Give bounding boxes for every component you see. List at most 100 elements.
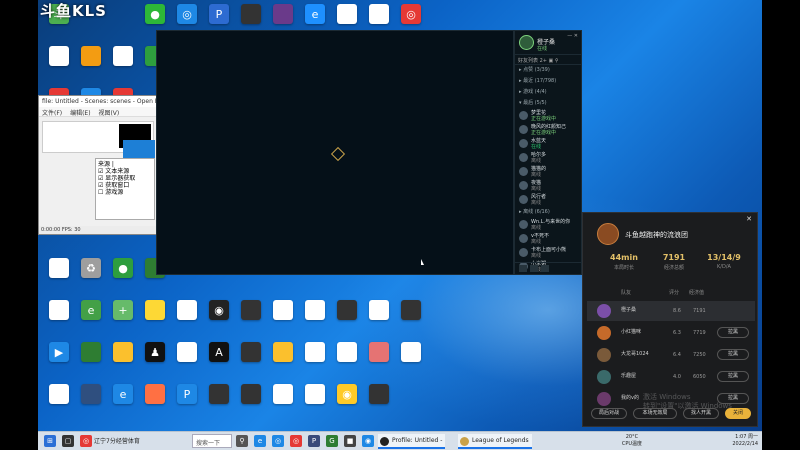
find-team-button[interactable]: 找人开黑	[683, 408, 719, 419]
friends-toolbar[interactable]: 好友列表 2+ ▣ ⚲	[515, 55, 581, 65]
player-row[interactable]: 大龙哥1024 6.4 7250 拉黑	[587, 345, 755, 365]
game-client-window[interactable]	[156, 30, 514, 275]
friend-group[interactable]: ▾ 最后 (5/5)	[515, 98, 581, 109]
window-controls[interactable]: — ✕	[567, 33, 578, 39]
player-row[interactable]: 小红猫咪 6.3 7719 拉黑	[587, 323, 755, 343]
friend-list-item[interactable]: 猫猫的 离线	[515, 165, 581, 179]
desktop-icon[interactable]	[238, 2, 268, 32]
desktop-icon[interactable]: e	[110, 382, 140, 412]
desktop-icon[interactable]	[142, 298, 172, 328]
music-icon[interactable]: ◎	[290, 435, 302, 447]
friend-list-item[interactable]: Wn.L.与来世的你 离线	[515, 218, 581, 232]
desktop-icon[interactable]	[46, 382, 76, 412]
friends-bottom-bar[interactable]	[515, 262, 581, 274]
desktop-icon[interactable]: +	[110, 298, 140, 328]
weather-widget[interactable]: 20°C CPU温度	[622, 434, 642, 448]
desktop-icon[interactable]	[110, 44, 140, 74]
obs-sources-panel[interactable]: 来源 | ☑ 文本来源 ☑ 显示器获取 ☑ 获取窗口 ☐ 游戏源	[95, 158, 155, 220]
desktop-icon[interactable]: P	[174, 382, 204, 412]
pinned-tab-label[interactable]: 辽宁7分经营体育	[94, 436, 140, 445]
desktop-icon[interactable]	[398, 298, 428, 328]
friends-panel[interactable]: 橙子桑 在线 — ✕ 好友列表 2+ ▣ ⚲ ▸ 点赞 (3/39) ▸ 最近 …	[514, 30, 582, 275]
desktop-icon[interactable]	[366, 2, 396, 32]
clock[interactable]: 1:07 周一 2022/2/14	[732, 434, 758, 448]
desktop-icon[interactable]	[238, 298, 268, 328]
invalid-match-button[interactable]: 本场无效局	[633, 408, 677, 419]
desktop-icon[interactable]	[142, 382, 172, 412]
desktop-icon[interactable]	[398, 340, 428, 370]
obs-window[interactable]: file: Untitled - Scenes: scenes - Open B…	[38, 95, 158, 235]
obs-menu-view[interactable]: 视图(V)	[98, 110, 119, 117]
friend-group[interactable]: ▸ 点赞 (3/39)	[515, 65, 581, 76]
ps-icon[interactable]: P	[308, 435, 320, 447]
search-input[interactable]: 搜索一下	[192, 434, 232, 448]
desktop-icon[interactable]	[302, 298, 332, 328]
desktop-icon[interactable]	[206, 382, 236, 412]
desktop-icon[interactable]	[302, 340, 332, 370]
player-row[interactable]: 橙子桑 8.6 7191	[587, 301, 755, 321]
desktop-icon[interactable]: ♻	[78, 256, 108, 286]
desktop[interactable]: 斗 ● ◎ Pe ◎ ♻ ● e + ◉ ▶ ♟ Ae P ◉ file: Untitled - Scene…	[38, 0, 762, 450]
edge-icon[interactable]: e	[254, 435, 266, 447]
desktop-icon[interactable]: ◎	[398, 2, 428, 32]
windows-start-icon[interactable]: ⊞	[44, 435, 56, 447]
desktop-icon[interactable]: ◉	[334, 382, 364, 412]
mic-icon[interactable]	[541, 265, 549, 272]
desktop-icon[interactable]	[366, 298, 396, 328]
friend-group[interactable]: ▸ 最近 (17/798)	[515, 76, 581, 87]
game-icon[interactable]: G	[326, 435, 338, 447]
desktop-icon[interactable]: A	[206, 340, 236, 370]
chrome-icon[interactable]: ◉	[362, 435, 374, 447]
desktop-icon[interactable]	[110, 340, 140, 370]
desktop-icon[interactable]	[302, 382, 332, 412]
lock-icon[interactable]	[530, 265, 538, 272]
player-row[interactable]: 乐趣屋 4.0 6050 拉黑	[587, 367, 755, 387]
avatar[interactable]	[519, 35, 534, 50]
close-icon[interactable]: ✕	[746, 215, 752, 223]
desktop-icon[interactable]	[334, 2, 364, 32]
desktop-icon[interactable]: e	[78, 298, 108, 328]
desktop-icon[interactable]: ▶	[46, 340, 76, 370]
desktop-icon[interactable]	[334, 340, 364, 370]
obs-menu-file[interactable]: 文件(F)	[42, 110, 62, 117]
desktop-icon[interactable]	[270, 298, 300, 328]
friend-list-item[interactable]: v不死不 离线	[515, 232, 581, 246]
desktop-icon[interactable]	[238, 382, 268, 412]
desktop-icon[interactable]	[238, 340, 268, 370]
desktop-icon[interactable]	[46, 256, 76, 286]
desktop-icon[interactable]	[78, 382, 108, 412]
desktop-icon[interactable]	[78, 340, 108, 370]
block-player-button[interactable]: 拉黑	[717, 327, 749, 338]
friend-list-item[interactable]: 水蓝天 在线	[515, 137, 581, 151]
desktop-icon[interactable]	[366, 340, 396, 370]
friend-list-item[interactable]: 哈尔多 离线	[515, 151, 581, 165]
desktop-icon[interactable]: ●	[142, 2, 172, 32]
desktop-icon[interactable]	[174, 298, 204, 328]
friend-group[interactable]: ▸ 离线 (6/16)	[515, 207, 581, 218]
desktop-icon[interactable]: ♟	[142, 340, 172, 370]
obs-source-item[interactable]: ☐ 游戏源	[98, 189, 152, 196]
obs-source-item[interactable]: ☑ 文本来源	[98, 168, 152, 175]
desktop-icon[interactable]: ●	[110, 256, 140, 286]
match-result-popup[interactable]: ✕ 斗鱼越跑神的流浪团 44min 本局时长 7191 经济总额 13/14/9…	[582, 212, 758, 427]
friend-list-item[interactable]: 卡布上面可小熊 离线	[515, 246, 581, 260]
friend-list-item[interactable]: 晚风的红颜知己 正在游戏中	[515, 123, 581, 137]
desktop-icon[interactable]: P	[206, 2, 236, 32]
block-player-button[interactable]: 拉黑	[717, 349, 749, 360]
desktop-icon[interactable]	[174, 340, 204, 370]
desktop-icon[interactable]	[366, 382, 396, 412]
desktop-icon[interactable]	[46, 44, 76, 74]
desktop-icon[interactable]	[270, 340, 300, 370]
friend-list-item[interactable]: 风行者 离线	[515, 193, 581, 207]
desktop-icon[interactable]	[270, 2, 300, 32]
friend-list-item[interactable]: 梦里花 正在游戏中	[515, 109, 581, 123]
obs-source-item[interactable]: ☑ 显示器获取	[98, 175, 152, 182]
chat-icon[interactable]	[519, 265, 527, 272]
block-player-button[interactable]: 拉黑	[717, 371, 749, 382]
task-view-icon[interactable]: ▢	[62, 435, 74, 447]
desktop-icon[interactable]: e	[302, 2, 332, 32]
post-match-button[interactable]: 局后对战	[591, 408, 627, 419]
desktop-icon[interactable]: ◉	[206, 298, 236, 328]
desktop-icon[interactable]	[270, 382, 300, 412]
friend-list-item[interactable]: 夜猫 离线	[515, 179, 581, 193]
